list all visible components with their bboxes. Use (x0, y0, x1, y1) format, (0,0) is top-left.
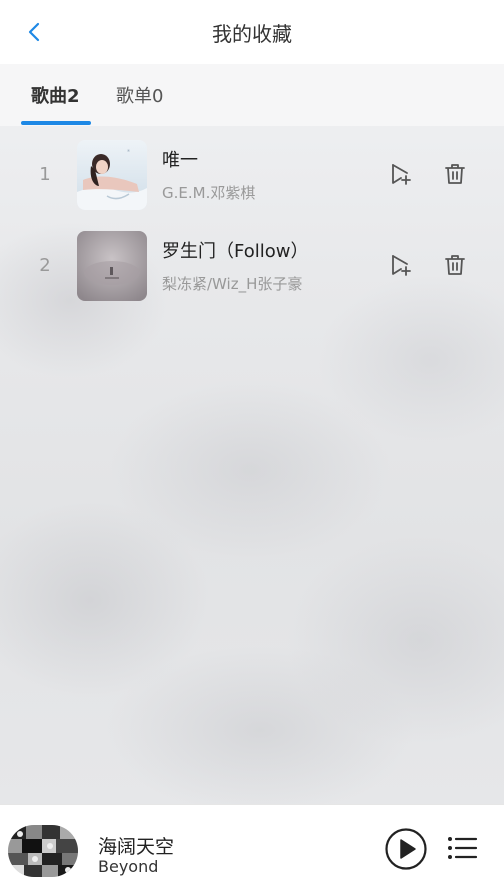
song-list: 1 ⁎ 唯一 G.E.M.邓紫棋 2 罗生门（Follow） 梨冻紧/Wiz_H… (0, 126, 504, 308)
chevron-left-icon (28, 22, 40, 42)
song-artist: 梨冻紧/Wiz_H张子豪 (162, 275, 303, 293)
trash-icon (445, 255, 465, 275)
playlist-button[interactable] (446, 833, 478, 863)
album-cover (77, 231, 147, 301)
delete-button[interactable] (442, 161, 468, 187)
add-to-playlist-icon (392, 164, 411, 185)
song-title: 唯一 (162, 150, 198, 171)
add-to-playlist-button[interactable] (387, 252, 413, 278)
song-row[interactable]: 2 罗生门（Follow） 梨冻紧/Wiz_H张子豪 (0, 217, 504, 308)
playlist-icon (448, 837, 478, 859)
song-title: 罗生门（Follow） (162, 241, 309, 262)
now-playing-title: 海阔天空 (98, 836, 175, 858)
svg-text:⁎: ⁎ (127, 147, 130, 154)
header: 我的收藏 (0, 0, 504, 64)
song-artist: G.E.M.邓紫棋 (162, 184, 256, 202)
play-circle-icon (385, 828, 427, 870)
add-to-playlist-button[interactable] (387, 161, 413, 187)
delete-button[interactable] (442, 252, 468, 278)
album-cover: ⁎ (77, 140, 147, 210)
active-tab-indicator (21, 121, 91, 125)
add-to-playlist-icon (392, 255, 411, 276)
song-index: 1 (39, 164, 51, 185)
tab-songs[interactable]: 歌曲2 (31, 82, 80, 108)
back-button[interactable] (20, 18, 48, 46)
tab-playlists[interactable]: 歌单0 (116, 82, 163, 108)
page-title: 我的收藏 (212, 21, 292, 46)
song-index: 2 (39, 255, 51, 276)
now-playing-artist: Beyond (98, 857, 159, 876)
mini-player[interactable]: 海阔天空 Beyond (0, 804, 504, 896)
tab-bar: 歌曲2 歌单0 (0, 64, 504, 126)
song-row[interactable]: 1 ⁎ 唯一 G.E.M.邓紫棋 (0, 126, 504, 217)
trash-icon (445, 164, 465, 184)
play-button[interactable] (384, 827, 428, 871)
now-playing-cover[interactable] (8, 825, 78, 877)
